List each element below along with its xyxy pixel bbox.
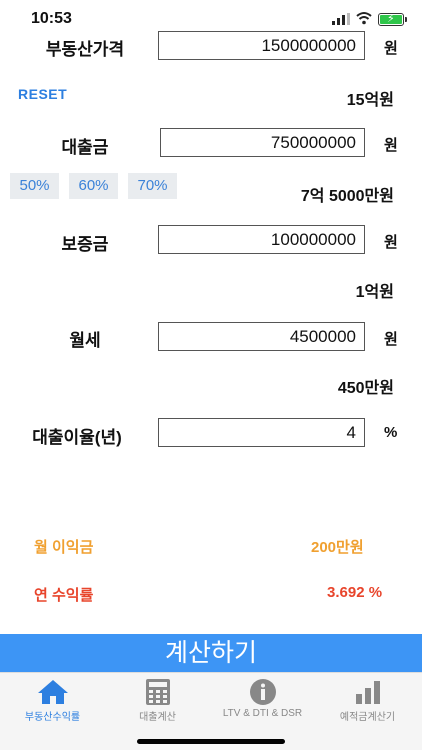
home-icon	[37, 680, 68, 704]
price-label: 부동산가격	[45, 40, 125, 59]
yearly-yield-label: 연 수익률	[34, 587, 94, 604]
rent-result: 450만원	[337, 380, 394, 397]
tab-label: 예적금계산기	[339, 712, 396, 723]
tab-label: LTV & DTI & DSR	[222, 708, 303, 719]
loan-result: 7억 5000만원	[300, 188, 394, 205]
tab-ltv-dti-dsr[interactable]: LTV & DTI & DSR	[210, 673, 315, 727]
loan-unit: 원	[384, 137, 398, 154]
status-time: 10:53	[31, 10, 72, 27]
rent-label: 월세	[69, 331, 101, 350]
tab-real-estate-yield[interactable]: 부동산수익률	[0, 673, 105, 727]
rate-input[interactable]: 4	[158, 418, 365, 447]
rent-input[interactable]: 4500000	[158, 322, 365, 351]
signal-icon	[332, 13, 350, 25]
status-bar: 10:53 ⚡	[0, 0, 422, 30]
tab-label: 부동산수익률	[24, 712, 81, 723]
deposit-label: 보증금	[61, 235, 109, 254]
ratio-60-button[interactable]: 60%	[69, 173, 118, 199]
tab-loan-calc[interactable]: 대출계산	[105, 673, 210, 727]
rent-unit: 원	[384, 331, 398, 348]
price-input[interactable]: 1500000000	[158, 31, 365, 60]
wifi-icon	[356, 12, 372, 25]
deposit-unit: 원	[384, 234, 398, 251]
home-indicator	[137, 739, 285, 744]
ratio-50-button[interactable]: 50%	[10, 173, 59, 199]
tab-savings-calc[interactable]: 예적금계산기	[315, 673, 420, 727]
calculate-button[interactable]: 계산하기	[0, 634, 422, 672]
bar-chart-icon	[355, 681, 380, 704]
yearly-yield-value: 3.692 %	[327, 584, 383, 601]
rate-label: 대출이율(년)	[32, 428, 122, 447]
monthly-profit-value: 200만원	[311, 539, 364, 556]
loan-label: 대출금	[61, 138, 109, 157]
price-result: 15억원	[346, 92, 394, 109]
reset-button[interactable]: RESET	[18, 86, 67, 102]
rate-unit: %	[384, 424, 398, 441]
price-unit: 원	[384, 40, 398, 57]
deposit-result: 1억원	[355, 284, 394, 301]
monthly-profit-label: 월 이익금	[34, 539, 94, 556]
calculator-icon	[145, 679, 170, 705]
deposit-input[interactable]: 100000000	[158, 225, 365, 254]
loan-input[interactable]: 750000000	[160, 128, 365, 157]
tab-label: 대출계산	[139, 712, 176, 723]
battery-icon: ⚡	[378, 13, 407, 26]
ratio-70-button[interactable]: 70%	[128, 173, 177, 199]
info-icon	[249, 679, 276, 705]
